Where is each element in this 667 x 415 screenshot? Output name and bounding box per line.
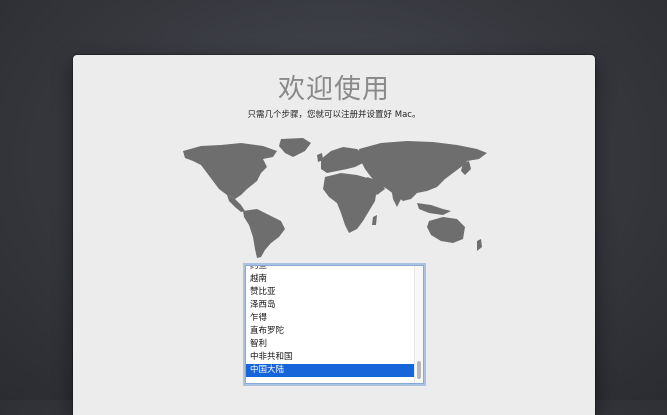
map-australia [427,217,465,243]
list-item[interactable]: 乍得 [246,312,415,325]
list-item[interactable]: 越南 [246,273,415,286]
map-north-america [183,143,277,199]
map-india [391,187,403,207]
world-map-image [183,138,487,258]
welcome-title: 欢迎使用 [278,74,390,105]
list-item[interactable]: 直布罗陀 [246,325,415,338]
map-new-zealand [477,239,482,251]
map-madagascar [372,215,377,225]
list-scrollbar[interactable] [414,266,423,383]
list-item[interactable]: 约旦 [246,266,415,273]
welcome-subtitle: 只需几个步骤，您就可以注册并设置好 Mac。 [247,110,421,120]
setup-assistant-panel: 欢迎使用 只需几个步骤，您就可以注册并设置好 Mac。 约旦 越南 赞比亚 泽西… [73,55,595,415]
map-greenland [279,138,311,157]
map-indonesia [417,203,451,215]
list-item[interactable]: 泽西岛 [246,299,415,312]
country-listbox[interactable]: 约旦 越南 赞比亚 泽西岛 乍得 直布罗陀 智利 中非共和国 中国大陆 [245,265,424,384]
map-europe [321,147,365,173]
scrollbar-thumb[interactable] [417,361,421,379]
list-item[interactable]: 智利 [246,338,415,351]
list-item[interactable]: 赞比亚 [246,286,415,299]
map-south-america [243,209,285,258]
list-item[interactable]: 中非共和国 [246,351,415,364]
list-item-selected[interactable]: 中国大陆 [246,364,415,377]
